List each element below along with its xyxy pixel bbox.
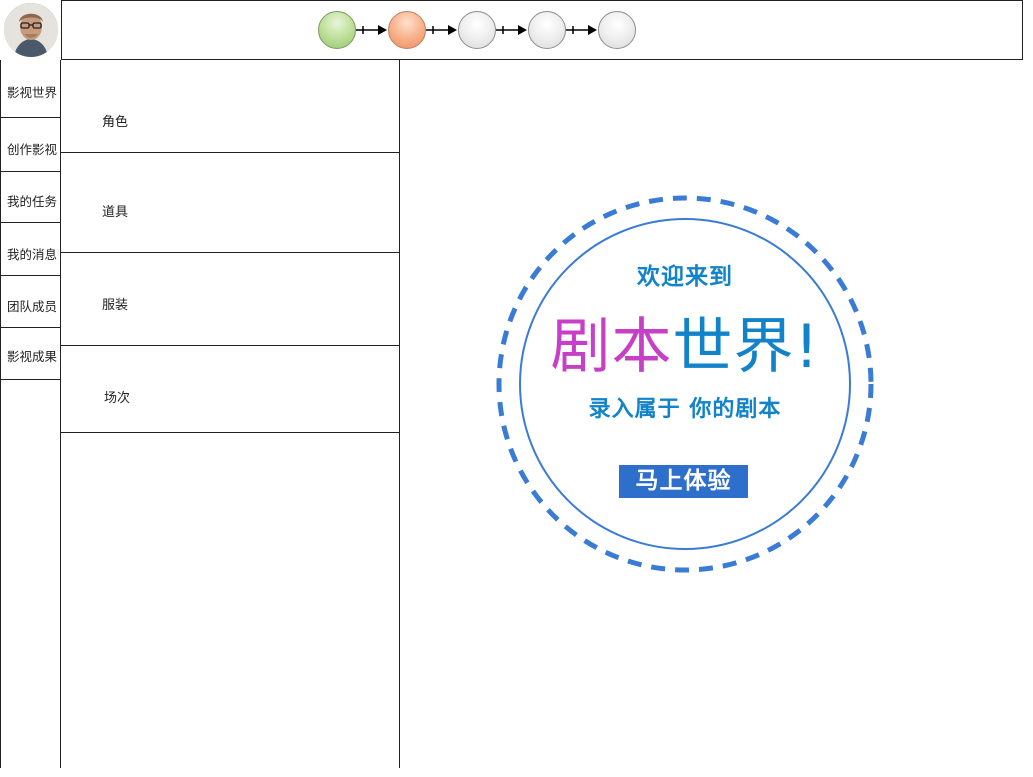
category-list: 角色 道具 服装 场次 <box>60 60 400 768</box>
category-item-props[interactable]: 道具 <box>60 153 399 253</box>
sidebar-item-my-tasks[interactable]: 我的任务 <box>1 172 61 223</box>
progress-step-3[interactable] <box>458 11 496 49</box>
progress-step-1[interactable] <box>318 11 356 49</box>
sidebar-item-film-results[interactable]: 影视成果 <box>1 328 61 380</box>
arrow-right-icon <box>426 23 458 37</box>
category-item-label: 道具 <box>102 205 129 220</box>
category-item-label: 服装 <box>102 298 129 313</box>
sidebar-item-label: 我的任务 <box>6 194 57 209</box>
progress-step-2[interactable] <box>388 11 426 49</box>
try-now-button[interactable]: 马上体验 <box>619 465 748 498</box>
sidebar-item-team-members[interactable]: 团队成员 <box>1 276 61 328</box>
sidebar-item-label: 团队成员 <box>6 299 57 314</box>
progress-step-4[interactable] <box>528 11 566 49</box>
category-item-costume[interactable]: 服装 <box>60 253 399 346</box>
progress-step-5[interactable] <box>598 11 636 49</box>
welcome-title-part1: 剧本 <box>550 312 673 382</box>
sidebar: 影视世界 创作影视 我的任务 我的消息 团队成员 影视成果 <box>0 60 61 768</box>
welcome-badge: 欢迎来到 剧本世界! 录入属于 你的剧本 马上体验 <box>495 194 875 574</box>
avatar[interactable] <box>4 3 58 57</box>
arrow-right-icon <box>356 23 388 37</box>
main-content: 欢迎来到 剧本世界! 录入属于 你的剧本 马上体验 <box>399 60 1024 768</box>
sidebar-item-my-messages[interactable]: 我的消息 <box>1 223 61 276</box>
category-item-label: 场次 <box>104 391 131 406</box>
user-avatar-icon <box>4 3 58 57</box>
category-item-scene[interactable]: 场次 <box>60 346 399 433</box>
sidebar-item-label: 影视成果 <box>6 349 57 364</box>
top-bar <box>61 0 1023 60</box>
arrow-right-icon <box>566 23 598 37</box>
category-item-character[interactable]: 角色 <box>60 60 399 153</box>
welcome-subtitle: 录入属于 你的剧本 <box>588 397 782 422</box>
welcome-title-part2: 世界! <box>672 312 820 382</box>
arrow-right-icon <box>496 23 528 37</box>
progress-steps <box>318 10 636 50</box>
welcome-greeting: 欢迎来到 <box>637 264 733 290</box>
sidebar-item-label: 我的消息 <box>6 247 57 262</box>
app-frame: 影视世界 创作影视 我的任务 我的消息 团队成员 影视成果 角色 道具 服装 场… <box>0 0 1024 768</box>
sidebar-item-label: 影视世界 <box>6 85 57 100</box>
category-item-label: 角色 <box>102 115 129 130</box>
sidebar-item-film-world[interactable]: 影视世界 <box>1 60 61 118</box>
welcome-title: 剧本世界! <box>495 298 875 385</box>
sidebar-item-label: 创作影视 <box>6 142 57 157</box>
sidebar-item-create-film[interactable]: 创作影视 <box>1 118 61 172</box>
